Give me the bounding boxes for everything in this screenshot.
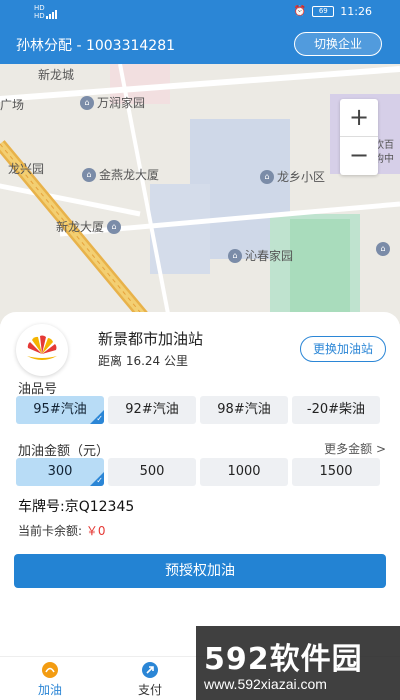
fuel-option[interactable]: 92#汽油 (108, 396, 196, 424)
status-network-label: HD HD (34, 4, 45, 20)
poi-icon: ⌂ (80, 95, 94, 110)
map-view[interactable]: 新龙城 ⌂ 万润家园 龙兴园 ⌂ 金燕龙大厦 ⌂ 龙乡小区 新龙大厦 ⌂ ⌂ 沁春家园 广… (0, 64, 400, 324)
map-poi[interactable]: ⌂ 万润家园 (80, 94, 145, 111)
zoom-in-button[interactable]: + (340, 99, 378, 137)
fuel-type-label: 油品号 (18, 382, 58, 397)
pay-icon (142, 662, 158, 678)
map-poi[interactable]: ⌂ 沁春家园 (228, 247, 293, 264)
refuel-panel: 新景都市加油站 距离 16.24 公里 更换加油站 油品号 95#汽油 ✓ 92#… (0, 312, 400, 656)
amount-option[interactable]: 300 ✓ (16, 458, 104, 486)
status-bar: HD HD ⏰ 69 11:26 (0, 0, 400, 26)
more-amounts-link[interactable]: 更多金额 > (324, 440, 386, 457)
poi-icon: ⌂ (260, 169, 274, 184)
amount-label: 加油金额（元） (18, 444, 110, 459)
station-name: 新景都市加油站 (98, 330, 204, 348)
poi-icon: ⌂ (376, 242, 390, 256)
amount-option[interactable]: 1500 (292, 458, 380, 486)
fuel-option[interactable]: 95#汽油 ✓ (16, 396, 104, 424)
amount-option[interactable]: 1000 (200, 458, 288, 486)
battery-icon: 69 (312, 6, 335, 17)
fuel-option[interactable]: -20#柴油 (292, 396, 380, 424)
check-icon: ✓ (96, 476, 103, 485)
amount-option[interactable]: 500 (108, 458, 196, 486)
zoom-out-button[interactable]: − (340, 137, 378, 175)
switch-company-button[interactable]: 切换企业 (294, 32, 382, 56)
alarm-icon: ⏰ (293, 6, 307, 17)
watermark-url: www.592xiazai.com (204, 676, 327, 692)
change-station-button[interactable]: 更换加油站 (300, 336, 386, 362)
poi-icon: ⌂ (82, 167, 96, 182)
watermark: 592软件园 www.592xiazai.com (196, 626, 400, 700)
map-zoom-control: + − (340, 99, 378, 175)
fuel-option[interactable]: 98#汽油 (200, 396, 288, 424)
station-distance: 距离 16.24 公里 (98, 354, 188, 368)
license-plate: 车牌号:京Q12345 (18, 499, 135, 515)
balance-value: ￥0 (85, 524, 106, 538)
card-balance: 当前卡余额: ￥0 (18, 522, 106, 539)
map-poi[interactable]: 广场 (0, 96, 24, 113)
signal-icon (46, 6, 58, 19)
page-title: 孙林分配 - 1003314281 (16, 38, 176, 54)
tab-label: 支付 (137, 683, 162, 697)
fuel-icon (42, 662, 58, 678)
app-header: 孙林分配 - 1003314281 切换企业 (0, 26, 400, 64)
status-time: 11:26 (340, 5, 372, 18)
station-logo (16, 324, 68, 376)
map-poi[interactable]: 新龙城 (38, 66, 74, 83)
map-poi[interactable]: ⌂ (376, 242, 390, 256)
map-poi[interactable]: 龙兴园 (8, 160, 44, 177)
tab-pay[interactable]: 支付 (120, 661, 180, 698)
check-icon: ✓ (96, 414, 103, 423)
petrochina-logo-icon (27, 335, 57, 360)
poi-icon: ⌂ (107, 219, 122, 234)
balance-label: 当前卡余额: (18, 524, 83, 538)
preauth-refuel-button[interactable]: 预授权加油 (14, 554, 386, 588)
map-poi[interactable]: ⌂ 金燕龙大厦 (82, 166, 159, 183)
watermark-logo: 592软件园 (204, 642, 363, 677)
map-poi[interactable]: ⌂ 龙乡小区 (260, 168, 325, 185)
map-poi[interactable]: 新龙大厦 ⌂ (56, 218, 122, 235)
tab-refuel[interactable]: 加油 (20, 661, 80, 698)
tab-label: 加油 (37, 683, 62, 697)
poi-icon: ⌂ (228, 248, 242, 263)
